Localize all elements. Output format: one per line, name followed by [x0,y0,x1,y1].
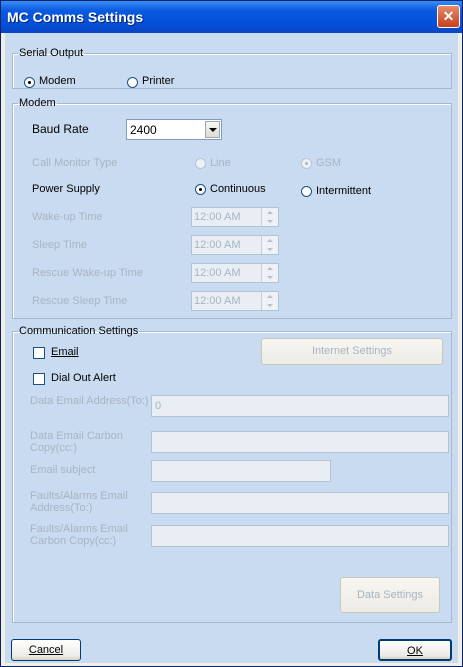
modem-legend: Modem [19,97,56,109]
dial-out-alert-label[interactable]: Dial Out Alert [51,372,116,384]
baud-rate-value: 2400 [130,123,157,137]
sleep-time-picker[interactable]: 12:00 AM [191,235,279,255]
wakeup-time-value: 12:00 AM [194,211,241,223]
continuous-radio[interactable] [195,184,206,195]
continuous-radio-label[interactable]: Continuous [210,183,266,195]
faults-email-to-label: Faults/Alarms Email Address(To:) [30,490,128,514]
modem-radio-label[interactable]: Modem [39,75,76,87]
line-radio-label: Line [210,157,231,169]
faults-email-cc-input[interactable] [151,525,449,547]
spin-down-icon[interactable] [262,245,278,254]
data-settings-button[interactable]: Data Settings [340,577,440,613]
wakeup-time-spinner[interactable] [261,208,278,226]
printer-radio[interactable] [127,77,138,88]
gsm-radio-label: GSM [316,157,342,169]
serial-output-legend: Serial Output [19,47,84,59]
rescue-wakeup-spinner[interactable] [261,264,278,282]
line-radio[interactable] [195,158,206,169]
faults-email-to-input[interactable] [151,492,449,514]
data-email-cc-input[interactable] [151,431,449,453]
sleep-time-label: Sleep Time [32,239,88,251]
cancel-button-label: Cancel [28,644,64,656]
internet-settings-label: Internet Settings [311,345,393,357]
email-checkbox[interactable] [33,347,45,359]
ok-button[interactable]: OK [378,639,452,661]
cancel-button[interactable]: Cancel [11,639,81,661]
data-email-to-value: 0 [155,400,162,412]
window-title: MC Comms Settings [7,9,144,25]
chevron-down-icon[interactable] [205,121,220,138]
title-bar[interactable]: MC Comms Settings ✕ [1,1,462,33]
email-checkbox-label[interactable]: Email [51,346,79,358]
data-email-to-input[interactable]: 0 [151,395,449,417]
email-subject-label: Email subject [30,464,96,476]
rescue-wakeup-label: Rescue Wake-up Time [32,267,143,279]
communication-legend: Communication Settings [19,325,139,337]
spin-down-icon[interactable] [262,301,278,310]
sleep-time-spinner[interactable] [261,236,278,254]
gsm-radio[interactable] [301,158,312,169]
close-button[interactable]: ✕ [437,5,460,28]
call-monitor-label: Call Monitor Type [32,157,118,169]
email-subject-input[interactable] [151,460,331,482]
dialog-window: MC Comms Settings ✕ Serial Output Modem … [0,0,463,667]
power-supply-label: Power Supply [32,183,100,195]
rescue-wakeup-value: 12:00 AM [194,267,241,279]
rescue-sleep-label: Rescue Sleep Time [32,295,128,307]
baud-rate-label: Baud Rate [32,122,89,136]
sleep-time-value: 12:00 AM [194,239,241,251]
serial-output-group: Serial Output [12,47,452,89]
spin-down-icon[interactable] [262,273,278,282]
data-email-cc-label: Data Email Carbon Copy(cc:) [30,430,123,454]
modem-radio[interactable] [24,77,35,88]
data-email-to-label: Data Email Address(To:) [30,395,149,407]
baud-rate-select[interactable]: 2400 [126,119,222,140]
intermittent-radio-label[interactable]: Intermittent [316,185,371,197]
wakeup-time-label: Wake-up Time [32,211,103,223]
rescue-sleep-value: 12:00 AM [194,295,241,307]
ok-button-label: OK [407,645,423,657]
printer-radio-label[interactable]: Printer [142,75,174,87]
spin-down-icon[interactable] [262,217,278,226]
rescue-sleep-picker[interactable]: 12:00 AM [191,291,279,311]
rescue-wakeup-picker[interactable]: 12:00 AM [191,263,279,283]
internet-settings-button[interactable]: Internet Settings [261,338,443,365]
dial-out-alert-checkbox[interactable] [33,373,45,385]
data-settings-label: Data Settings [356,589,424,601]
faults-email-cc-label: Faults/Alarms Email Carbon Copy(cc:) [30,523,128,547]
close-icon: ✕ [442,8,455,24]
rescue-sleep-spinner[interactable] [261,292,278,310]
wakeup-time-picker[interactable]: 12:00 AM [191,207,279,227]
dialog-body: Serial Output Modem Printer Modem Baud R… [5,33,458,663]
intermittent-radio[interactable] [301,186,312,197]
